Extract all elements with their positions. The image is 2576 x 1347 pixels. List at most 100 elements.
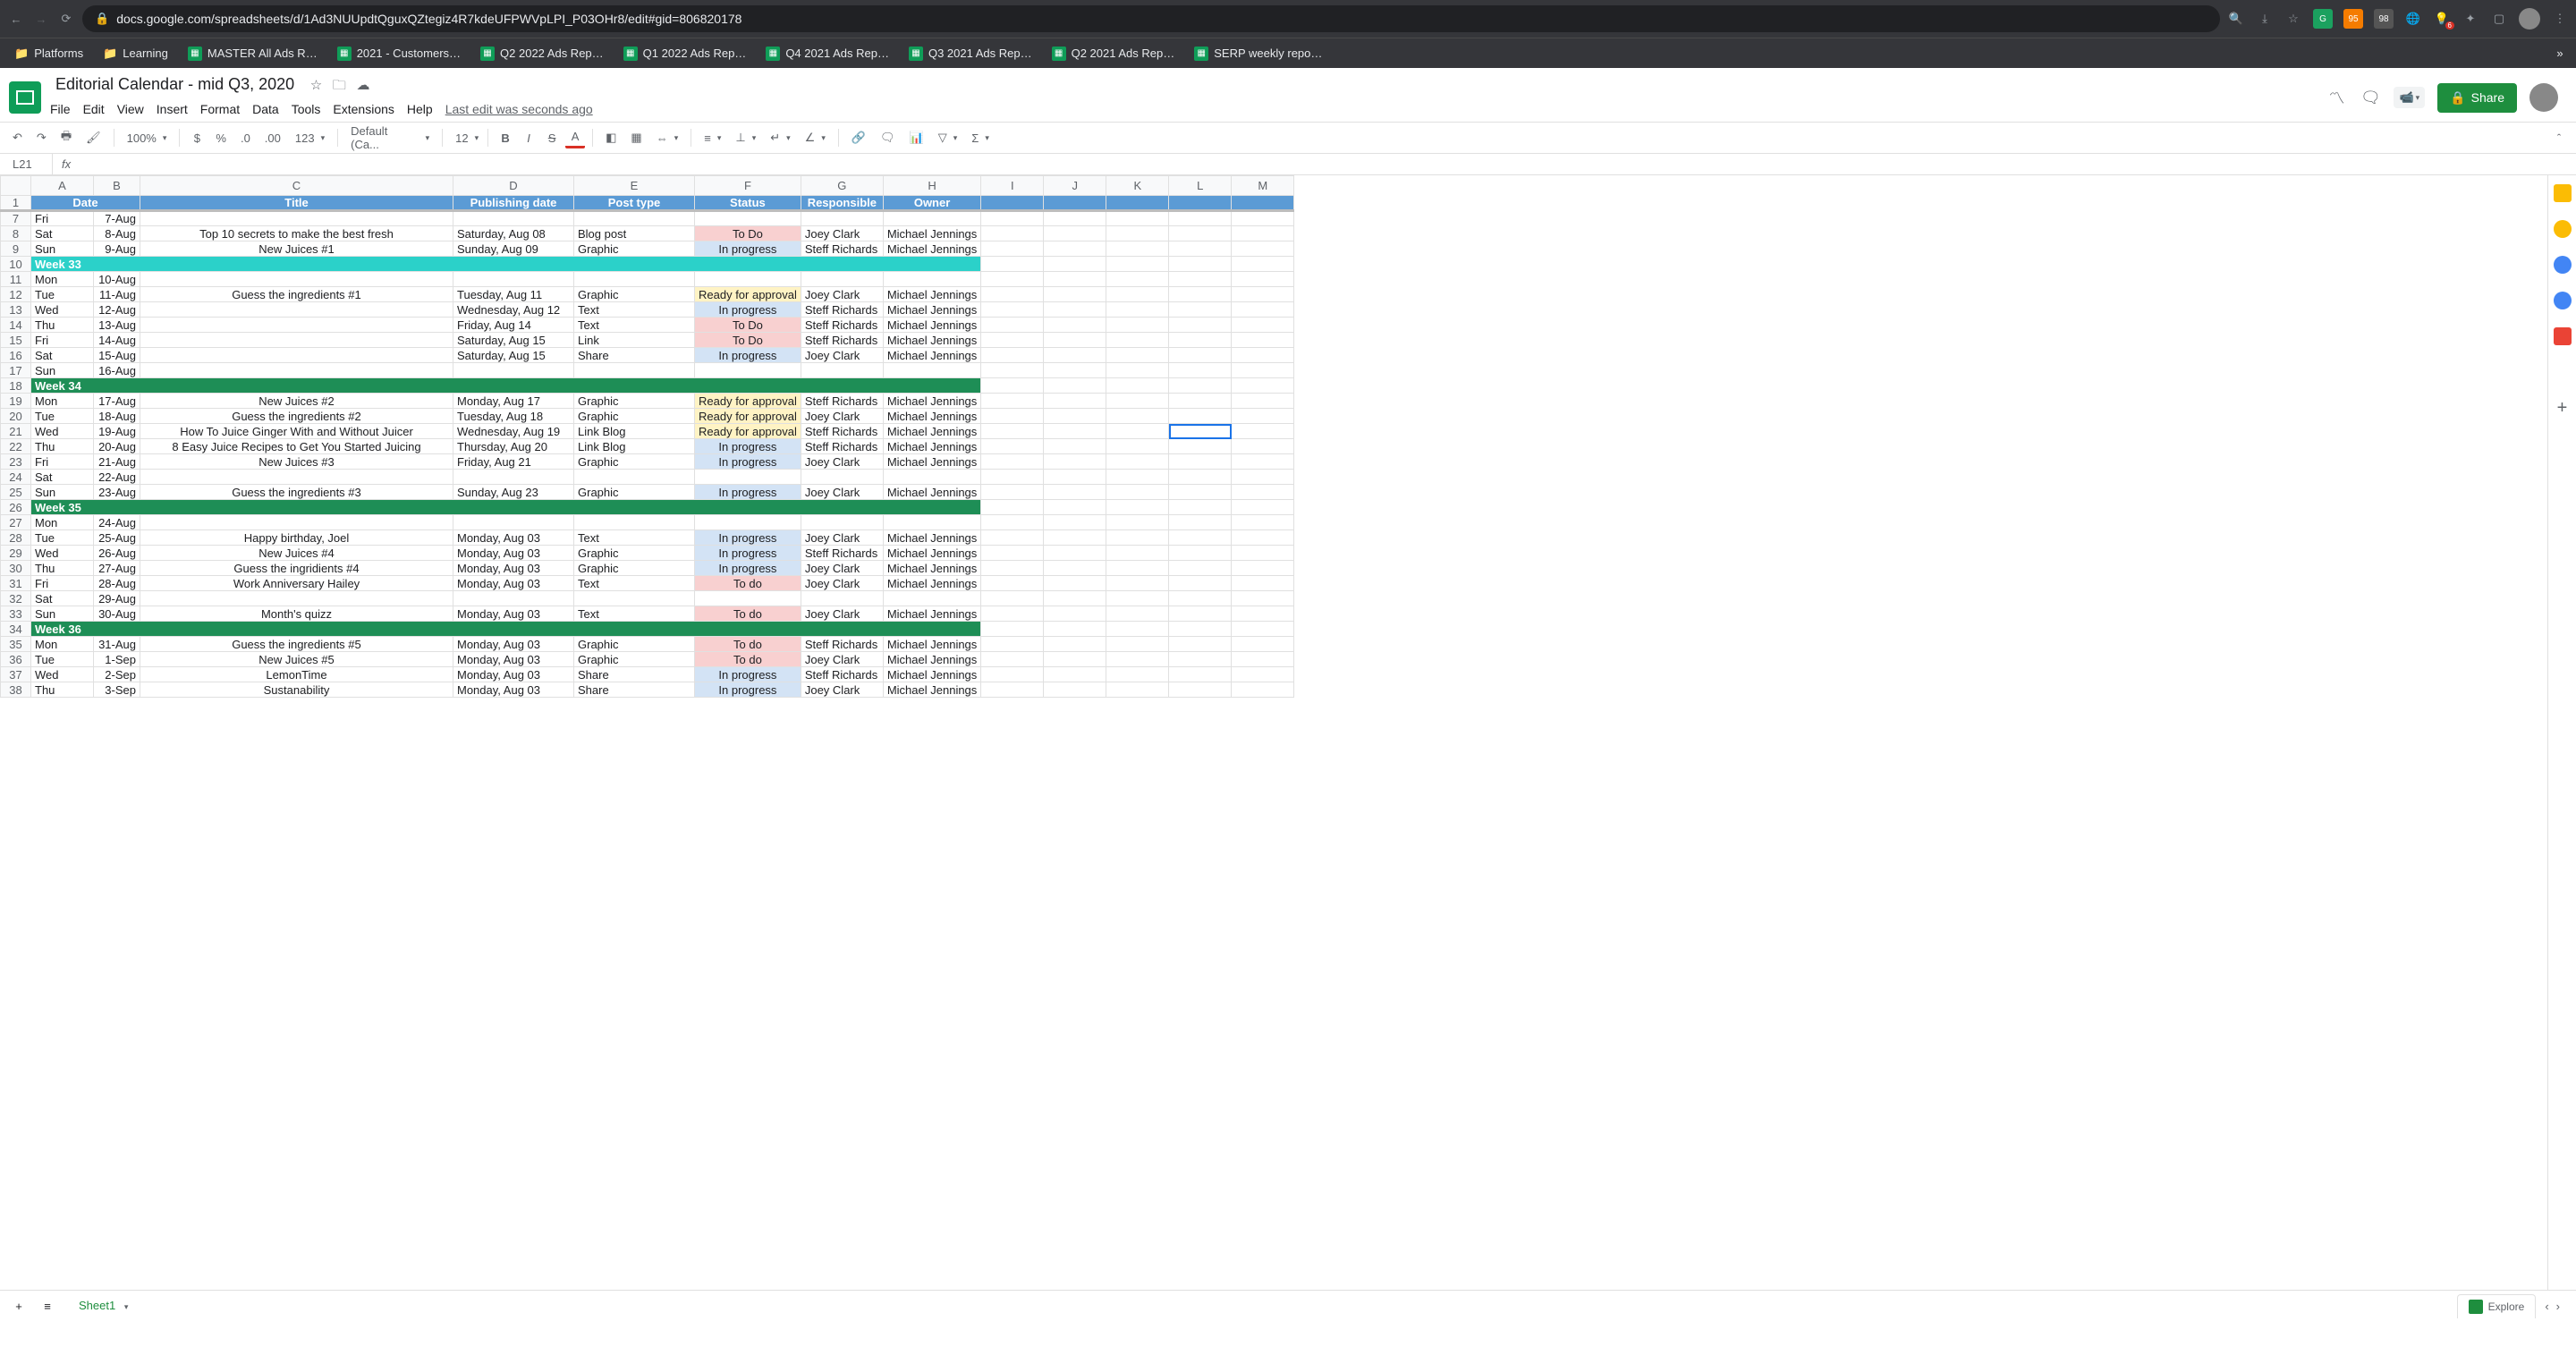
header-cell[interactable] <box>1232 196 1294 211</box>
column-header[interactable]: E <box>574 176 695 196</box>
cell[interactable] <box>883 211 980 226</box>
cell[interactable] <box>453 515 574 530</box>
cell[interactable] <box>1232 287 1294 302</box>
header-cell[interactable]: Date <box>31 196 140 211</box>
cell[interactable] <box>1169 348 1232 363</box>
tab-scroll-right-icon[interactable]: › <box>2556 1300 2560 1313</box>
menu-data[interactable]: Data <box>252 102 279 116</box>
cell[interactable] <box>453 591 574 606</box>
cell[interactable]: Monday, Aug 03 <box>453 546 574 561</box>
cell[interactable]: 29-Aug <box>94 591 140 606</box>
cell[interactable]: Michael Jennings <box>883 394 980 409</box>
cell[interactable] <box>574 272 695 287</box>
decrease-decimal-icon[interactable]: .0 <box>235 128 256 148</box>
cell[interactable]: Sustanability <box>140 682 453 698</box>
cell[interactable]: 13-Aug <box>94 318 140 333</box>
row-header[interactable]: 21 <box>1 424 31 439</box>
cell[interactable] <box>981 454 1044 470</box>
all-sheets-icon[interactable]: ≡ <box>38 1296 57 1317</box>
explore-button[interactable]: Explore <box>2457 1294 2537 1318</box>
cell[interactable] <box>1106 591 1169 606</box>
cell[interactable] <box>140 211 453 226</box>
cell[interactable]: Steff Richards <box>801 394 883 409</box>
cell[interactable] <box>1232 637 1294 652</box>
cell[interactable]: Sat <box>31 470 94 485</box>
cell[interactable] <box>1044 622 1106 637</box>
cell[interactable] <box>1044 470 1106 485</box>
cell[interactable] <box>1106 637 1169 652</box>
cell[interactable] <box>981 652 1044 667</box>
bookmark-item[interactable]: ▦Q4 2021 Ads Rep… <box>758 43 896 64</box>
bold-icon[interactable]: B <box>496 128 515 148</box>
cell[interactable] <box>1044 637 1106 652</box>
cell[interactable]: Monday, Aug 03 <box>453 606 574 622</box>
cell[interactable] <box>1044 241 1106 257</box>
status-cell[interactable]: To do <box>695 606 801 622</box>
cell[interactable] <box>1044 500 1106 515</box>
column-header[interactable]: H <box>883 176 980 196</box>
cell[interactable] <box>1232 211 1294 226</box>
row-header[interactable]: 36 <box>1 652 31 667</box>
header-cell[interactable]: Owner <box>883 196 980 211</box>
row-header[interactable]: 13 <box>1 302 31 318</box>
row-header[interactable]: 38 <box>1 682 31 698</box>
cell[interactable] <box>1232 485 1294 500</box>
cell[interactable] <box>981 348 1044 363</box>
cell[interactable]: 20-Aug <box>94 439 140 454</box>
cell[interactable]: Fri <box>31 454 94 470</box>
keep-panel-icon[interactable] <box>2554 220 2572 238</box>
cell[interactable] <box>1106 333 1169 348</box>
cell[interactable]: Thu <box>31 561 94 576</box>
formula-input[interactable] <box>80 154 2576 174</box>
cell[interactable]: 31-Aug <box>94 637 140 652</box>
cell[interactable] <box>1169 211 1232 226</box>
cell[interactable] <box>1106 363 1169 378</box>
cell[interactable] <box>1232 363 1294 378</box>
cell[interactable] <box>1044 394 1106 409</box>
cell[interactable]: Graphic <box>574 637 695 652</box>
row-header[interactable]: 16 <box>1 348 31 363</box>
status-cell[interactable]: In progress <box>695 561 801 576</box>
cell[interactable]: Joey Clark <box>801 287 883 302</box>
cell[interactable]: Text <box>574 318 695 333</box>
ext-orange-icon[interactable]: 95 <box>2343 9 2363 29</box>
cell[interactable] <box>801 272 883 287</box>
name-box[interactable]: L21 <box>0 157 52 171</box>
cell[interactable]: Text <box>574 576 695 591</box>
cell[interactable] <box>883 591 980 606</box>
cell[interactable]: Tue <box>31 409 94 424</box>
cell[interactable] <box>1106 530 1169 546</box>
cell[interactable]: Michael Jennings <box>883 530 980 546</box>
row-header[interactable]: 37 <box>1 667 31 682</box>
share-button[interactable]: 🔒 Share <box>2437 83 2517 113</box>
column-header[interactable]: L <box>1169 176 1232 196</box>
cell[interactable] <box>1169 470 1232 485</box>
row-header[interactable]: 31 <box>1 576 31 591</box>
cell[interactable] <box>1232 226 1294 241</box>
cell[interactable] <box>453 470 574 485</box>
cell[interactable]: Joey Clark <box>801 682 883 698</box>
cell[interactable] <box>1044 485 1106 500</box>
cell[interactable]: Blog post <box>574 226 695 241</box>
cell[interactable]: Graphic <box>574 287 695 302</box>
cell[interactable] <box>1106 424 1169 439</box>
italic-icon[interactable]: I <box>519 128 538 148</box>
cell[interactable]: Graphic <box>574 409 695 424</box>
cell[interactable] <box>1232 378 1294 394</box>
cell[interactable] <box>1106 302 1169 318</box>
cell[interactable]: Michael Jennings <box>883 652 980 667</box>
cell[interactable] <box>1044 272 1106 287</box>
cell[interactable] <box>1106 454 1169 470</box>
cell[interactable]: Michael Jennings <box>883 439 980 454</box>
merge-cells-select[interactable]: ⇔ <box>651 128 684 148</box>
cell[interactable]: Joey Clark <box>801 409 883 424</box>
cell[interactable] <box>1106 561 1169 576</box>
cell[interactable]: Steff Richards <box>801 439 883 454</box>
row-header[interactable]: 33 <box>1 606 31 622</box>
status-cell[interactable]: In progress <box>695 439 801 454</box>
cell[interactable] <box>801 470 883 485</box>
account-avatar[interactable] <box>2529 83 2558 112</box>
add-panel-icon[interactable]: + <box>2554 399 2572 417</box>
cell[interactable]: 21-Aug <box>94 454 140 470</box>
status-cell[interactable]: To Do <box>695 226 801 241</box>
